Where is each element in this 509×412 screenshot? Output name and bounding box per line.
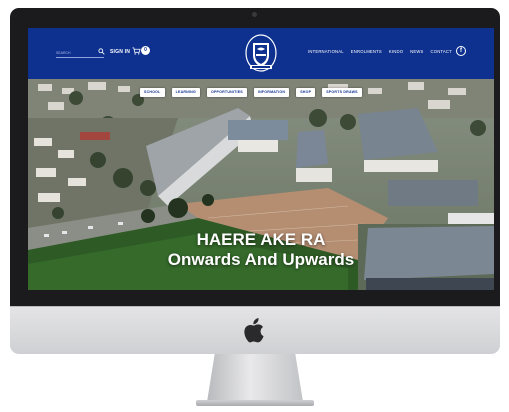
nav-kindo[interactable]: KINDO (389, 49, 403, 54)
cart-count-badge: 0 (141, 46, 150, 55)
nav-international[interactable]: INTERNATIONAL (308, 49, 344, 54)
nav-contact[interactable]: CONTACT (431, 49, 452, 54)
nav-information[interactable]: INFORMATION (253, 88, 290, 97)
school-crest-logo[interactable] (244, 33, 278, 73)
top-navigation: INTERNATIONAL ENROLMENTS KINDO NEWS CONT… (308, 49, 452, 54)
nav-learning[interactable]: LEARNING (171, 88, 200, 97)
search-box (56, 48, 104, 58)
sign-in-link[interactable]: SIGN IN (110, 49, 130, 55)
monitor-stand-base (196, 400, 314, 406)
nav-sports-draws[interactable]: SPORTS DRAWS (322, 88, 362, 97)
site-header: SIGN IN 0 INTERNATIONAL ENROLMENTS KINDO… (28, 28, 494, 79)
website-screen: SIGN IN 0 INTERNATIONAL ENROLMENTS KINDO… (28, 28, 494, 290)
monitor-stand (207, 354, 303, 402)
nav-opportunities[interactable]: OPPORTUNITIES (206, 88, 247, 97)
cart-button[interactable]: 0 (132, 46, 150, 56)
search-input[interactable] (56, 48, 94, 57)
hero-title: HAERE AKE RA (196, 230, 326, 249)
nav-shop[interactable]: SHOP (296, 88, 316, 97)
monitor-chin (10, 306, 500, 354)
nav-news[interactable]: NEWS (410, 49, 423, 54)
cart-icon (132, 47, 141, 55)
hero-subtitle: Onwards And Upwards (167, 250, 355, 269)
facebook-icon[interactable]: f (456, 46, 466, 56)
apple-logo-icon (244, 318, 264, 343)
section-navigation: SCHOOL LEARNING OPPORTUNITIES INFORMATIO… (140, 88, 362, 97)
nav-school[interactable]: SCHOOL (140, 88, 165, 97)
search-icon[interactable] (98, 48, 105, 55)
nav-enrolments[interactable]: ENROLMENTS (351, 49, 382, 54)
camera-dot (252, 12, 257, 17)
